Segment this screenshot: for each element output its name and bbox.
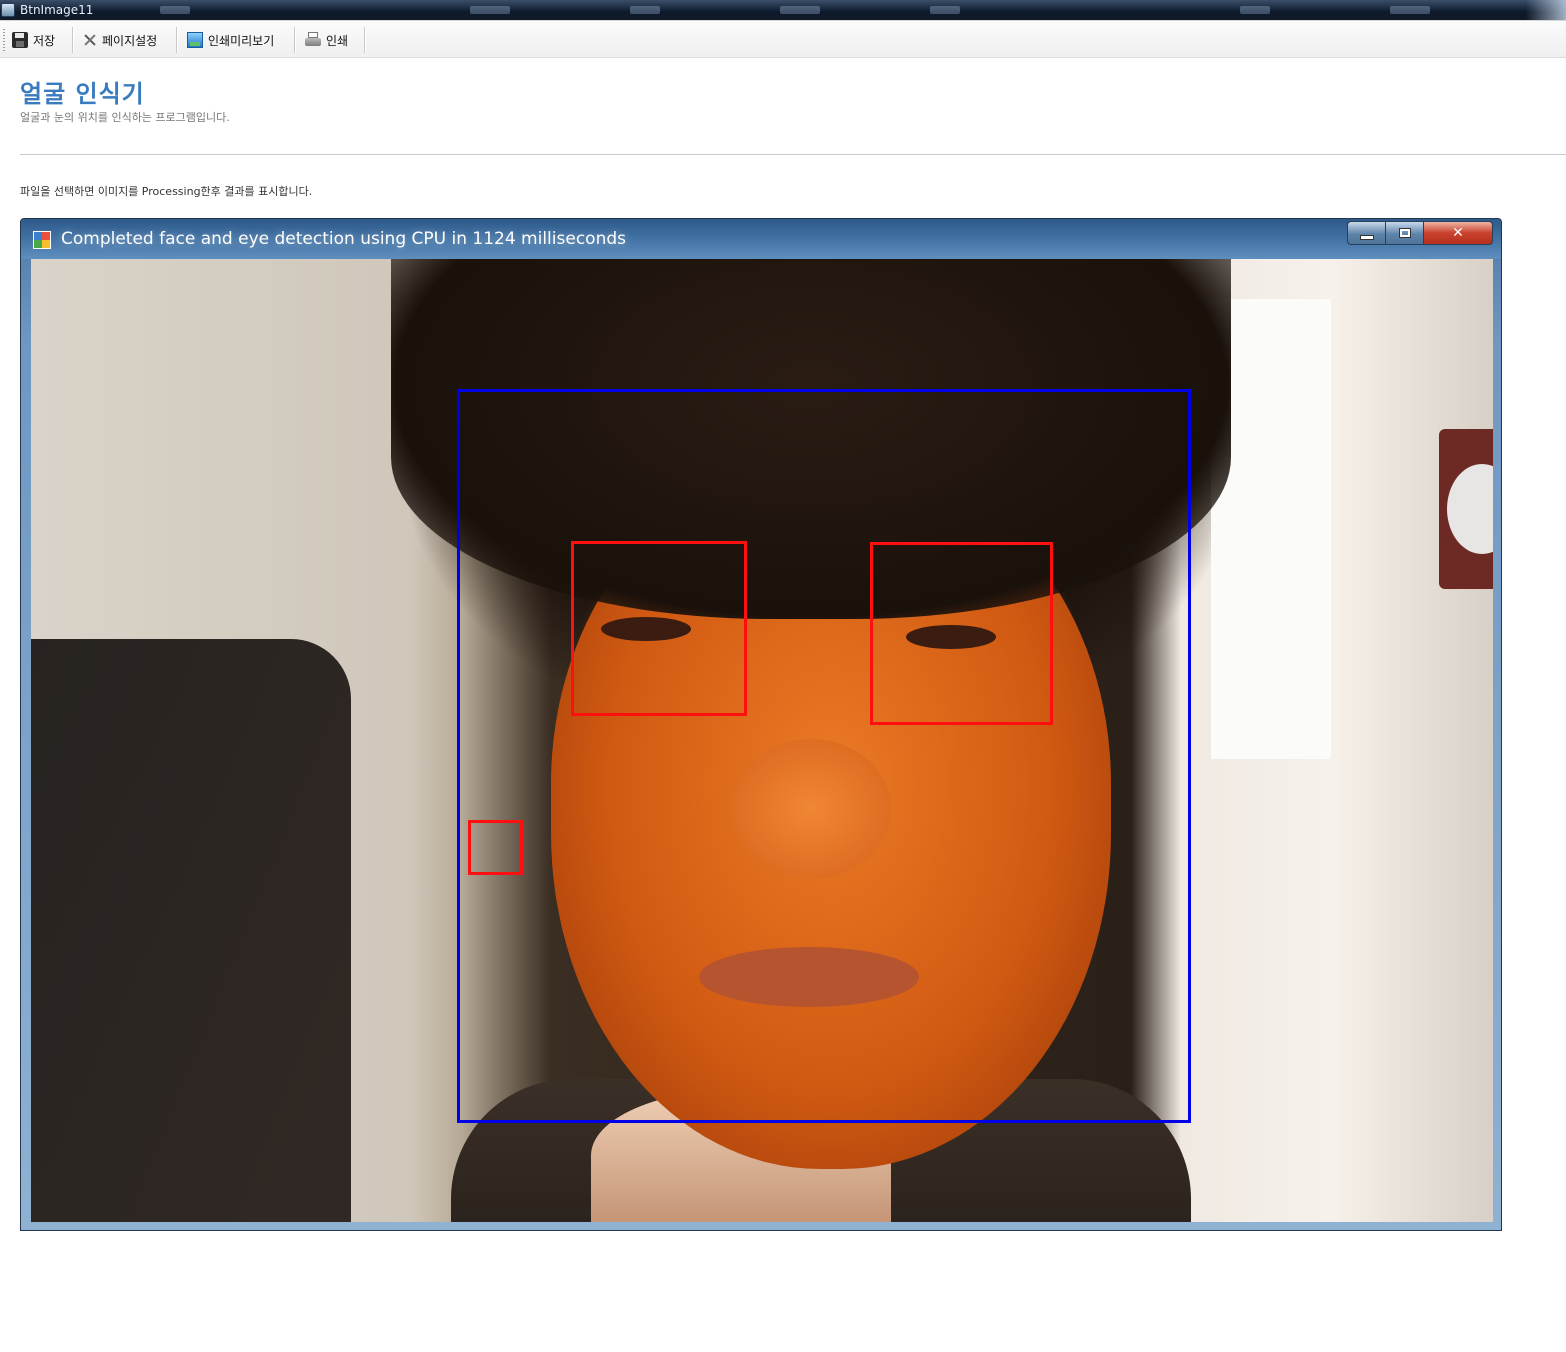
detection-image [31,259,1493,1222]
toolbar-separator [294,27,296,53]
toolbar-separator [176,27,178,53]
titlebar-decoration [1390,6,1430,14]
printer-icon [305,32,321,48]
toolbar-grip[interactable] [3,29,5,51]
titlebar-decoration [1240,6,1270,14]
print-button-label: 인쇄 [326,33,349,48]
result-window-icon [33,231,51,249]
titlebar-decoration [470,6,510,14]
titlebar-decoration [780,6,820,14]
titlebar-highlight [1526,0,1566,20]
titlebar-decoration [630,6,660,14]
page-subtitle: 얼굴과 눈의 위치를 인식하는 프로그램입니다. [20,111,230,124]
page-title: 얼굴 인식기 [20,80,145,108]
print-preview-button[interactable]: 인쇄미리보기 [187,27,274,53]
toolbar: 저장 페이지설정 인쇄미리보기 인쇄 [0,20,1566,58]
face-detection-box [457,389,1191,1123]
toolbar-separator [72,27,74,53]
titlebar-decoration [930,6,960,14]
page-setup-button[interactable]: 페이지설정 [81,27,157,53]
result-window: Completed face and eye detection using C… [20,218,1502,1231]
print-preview-icon [187,32,203,48]
maximize-button[interactable] [1385,221,1423,245]
close-button[interactable]: ✕ [1423,221,1493,245]
app-titlebar: BtnImage11 [0,0,1566,20]
page-setup-icon [81,32,97,48]
instruction-text: 파일을 선택하면 이미지를 Processing한후 결과를 표시합니다. [20,185,313,198]
result-window-titlebar[interactable]: Completed face and eye detection using C… [21,219,1501,259]
result-window-title: Completed face and eye detection using C… [61,229,626,249]
print-preview-button-label: 인쇄미리보기 [208,33,275,48]
page-setup-button-label: 페이지설정 [102,33,158,48]
save-button-label: 저장 [33,33,56,48]
save-icon [12,32,28,48]
titlebar-decoration [160,6,190,14]
toolbar-separator [364,27,366,53]
eye-detection-box [468,820,523,875]
foreground-shadow [31,639,351,1222]
print-button[interactable]: 인쇄 [305,27,348,53]
app-window-title: BtnImage11 [20,3,94,17]
save-button[interactable]: 저장 [12,27,55,53]
eye-detection-box [870,542,1053,725]
divider [20,154,1566,155]
window-controls: ✕ [1347,221,1493,245]
eye-detection-box [571,541,747,716]
minimize-button[interactable] [1347,221,1385,245]
app-icon [1,3,15,17]
wall-clock [1439,429,1493,589]
